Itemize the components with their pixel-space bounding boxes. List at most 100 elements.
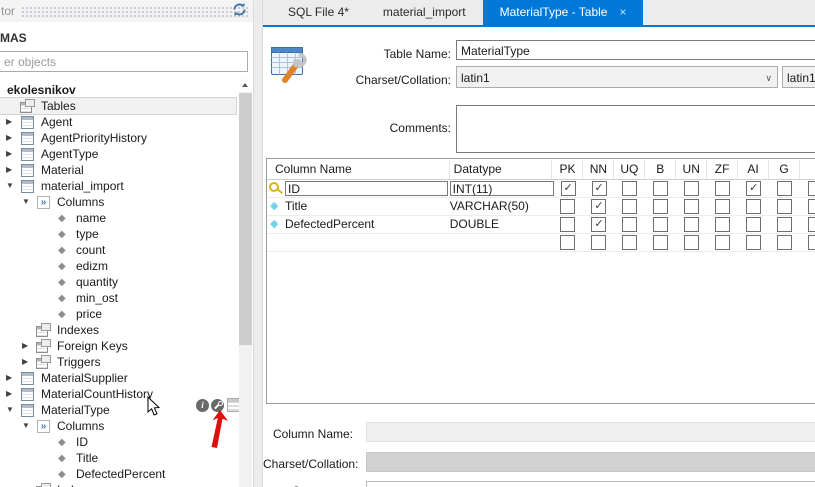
tree-item-column-id[interactable]: ID: [0, 434, 238, 450]
scrollbar-thumb[interactable]: [239, 93, 252, 345]
tree-item-foreign-keys[interactable]: Foreign Keys: [0, 338, 238, 354]
column-name-cell[interactable]: ID: [285, 181, 450, 197]
g-checkbox[interactable]: [777, 235, 792, 250]
expand-arrow[interactable]: [6, 402, 20, 418]
pk-checkbox[interactable]: [560, 217, 575, 232]
column-row-empty[interactable]: [267, 234, 815, 252]
header-ai[interactable]: AI: [738, 160, 769, 179]
expand-arrow[interactable]: [22, 194, 36, 210]
column-name-cell[interactable]: Title: [285, 199, 450, 214]
header-column-name[interactable]: Column Name: [267, 160, 450, 179]
b-checkbox[interactable]: [653, 217, 668, 232]
datatype-cell[interactable]: DOUBLE: [450, 217, 553, 232]
expand-arrow[interactable]: [22, 354, 36, 370]
tab-sql-file-4[interactable]: SQL File 4*: [271, 0, 366, 25]
header-nn[interactable]: NN: [583, 160, 614, 179]
uq-checkbox[interactable]: [622, 181, 637, 196]
table-info-icon[interactable]: i: [196, 399, 209, 412]
partial-checkbox[interactable]: [808, 181, 815, 196]
tree-item-column-defectedpercent[interactable]: DefectedPercent: [0, 466, 238, 482]
zf-checkbox[interactable]: [715, 199, 730, 214]
pk-checkbox[interactable]: [560, 199, 575, 214]
tree-item-columns-materialtype[interactable]: Columns: [0, 418, 238, 434]
tab-material-import[interactable]: material_import: [366, 0, 483, 25]
header-g[interactable]: G: [769, 160, 800, 179]
tree-item-column-type[interactable]: type: [0, 226, 238, 242]
pk-checkbox[interactable]: ✓: [561, 181, 576, 196]
partial-checkbox[interactable]: [808, 199, 815, 214]
uq-checkbox[interactable]: [622, 217, 637, 232]
nn-checkbox[interactable]: ✓: [591, 217, 606, 232]
tree-item-agenttype[interactable]: AgentType: [0, 146, 238, 162]
ai-checkbox[interactable]: ✓: [746, 181, 761, 196]
expand-arrow[interactable]: [22, 418, 36, 434]
header-datatype[interactable]: Datatype: [450, 160, 553, 179]
tree-item-indexes-materialtype[interactable]: Indexes: [0, 482, 238, 487]
partial-checkbox[interactable]: [808, 217, 815, 232]
tree-item-column-min-ost[interactable]: min_ost: [0, 290, 238, 306]
tree-item-columns[interactable]: Columns: [0, 194, 238, 210]
tree-item-tables[interactable]: Tables: [0, 98, 236, 114]
b-checkbox[interactable]: [653, 181, 668, 196]
g-checkbox[interactable]: [777, 181, 792, 196]
table-name-input[interactable]: MaterialType: [456, 40, 815, 60]
tree-item-column-count[interactable]: count: [0, 242, 238, 258]
tab-materialtype-table[interactable]: MaterialType - Table×: [483, 0, 644, 25]
partial-checkbox[interactable]: [808, 235, 815, 250]
expand-arrow[interactable]: [6, 114, 20, 130]
uq-checkbox[interactable]: [622, 235, 637, 250]
nn-checkbox[interactable]: ✓: [592, 181, 607, 196]
b-checkbox[interactable]: [653, 235, 668, 250]
expand-arrow[interactable]: [6, 146, 20, 162]
header-uq[interactable]: UQ: [614, 160, 645, 179]
pk-checkbox[interactable]: [560, 235, 575, 250]
ai-checkbox[interactable]: [746, 235, 761, 250]
comments-textarea[interactable]: [456, 105, 815, 153]
g-checkbox[interactable]: [777, 217, 792, 232]
tree-item-column-title[interactable]: Title: [0, 450, 238, 466]
column-name-editbox[interactable]: ID: [285, 181, 448, 196]
tree-item-materialsupplier[interactable]: MaterialSupplier: [0, 370, 238, 386]
header-b[interactable]: B: [645, 160, 676, 179]
filter-objects-input[interactable]: er objects: [0, 51, 248, 72]
header-pk[interactable]: PK: [552, 160, 583, 179]
tree-item-agentpriorityhistory[interactable]: AgentPriorityHistory: [0, 130, 238, 146]
un-checkbox[interactable]: [684, 217, 699, 232]
g-checkbox[interactable]: [777, 199, 792, 214]
un-checkbox[interactable]: [684, 235, 699, 250]
tree-item-triggers[interactable]: Triggers: [0, 354, 238, 370]
refresh-icon[interactable]: [232, 2, 247, 17]
column-row-title[interactable]: Title VARCHAR(50) ✓: [267, 198, 815, 216]
expand-arrow[interactable]: [6, 370, 20, 386]
ai-checkbox[interactable]: [746, 217, 761, 232]
tree-item-indexes[interactable]: Indexes: [0, 322, 238, 338]
expand-arrow[interactable]: [6, 178, 20, 194]
tree-item-material[interactable]: Material: [0, 162, 238, 178]
column-name-cell[interactable]: DefectedPercent: [285, 217, 450, 232]
nn-checkbox[interactable]: ✓: [591, 199, 606, 214]
nn-checkbox[interactable]: [591, 235, 606, 250]
chevron-down-icon[interactable]: ∨: [765, 67, 772, 89]
zf-checkbox[interactable]: [715, 235, 730, 250]
tree-item-column-price[interactable]: price: [0, 306, 238, 322]
un-checkbox[interactable]: [684, 181, 699, 196]
header-zf[interactable]: ZF: [707, 160, 738, 179]
collation-select[interactable]: latin1_: [782, 66, 815, 88]
tree-item-schema[interactable]: ekolesnikov: [0, 82, 238, 98]
panel-divider[interactable]: [253, 0, 262, 487]
table-wrench-icon[interactable]: [211, 399, 224, 412]
expand-arrow[interactable]: [6, 130, 20, 146]
tree-scrollbar[interactable]: [239, 78, 252, 487]
datatype-cell[interactable]: VARCHAR(50): [450, 199, 553, 214]
tree-item-column-edizm[interactable]: edizm: [0, 258, 238, 274]
zf-checkbox[interactable]: [715, 217, 730, 232]
b-checkbox[interactable]: [653, 199, 668, 214]
scrollbar-up-arrow[interactable]: [239, 78, 252, 92]
uq-checkbox[interactable]: [622, 199, 637, 214]
expand-arrow[interactable]: [22, 482, 36, 487]
expand-arrow[interactable]: [6, 386, 20, 402]
close-tab-icon[interactable]: ×: [619, 5, 626, 19]
zf-checkbox[interactable]: [715, 181, 730, 196]
header-un[interactable]: UN: [676, 160, 707, 179]
un-checkbox[interactable]: [684, 199, 699, 214]
